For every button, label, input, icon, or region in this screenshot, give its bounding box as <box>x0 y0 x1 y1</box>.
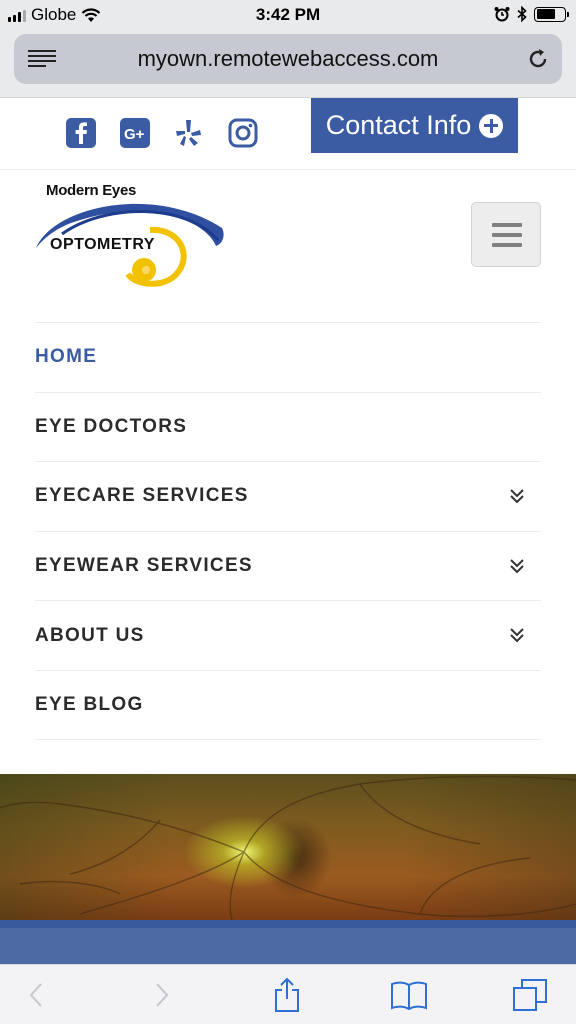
nav-item-label: ABOUT US <box>35 624 145 646</box>
double-chevron-down-icon[interactable] <box>509 627 525 643</box>
tabs-button[interactable] <box>510 977 550 1013</box>
logo-main-text: OPTOMETRY <box>50 236 155 253</box>
social-contact-row: G+ Contact Info <box>0 98 576 170</box>
hamburger-bar <box>492 223 522 227</box>
social-icons: G+ <box>66 118 258 148</box>
nav-item-eye-blog[interactable]: EYE BLOG <box>35 669 541 740</box>
nav-item-label: EYECARE SERVICES <box>35 485 249 507</box>
google-plus-icon[interactable]: G+ <box>120 118 150 148</box>
url-text[interactable]: myown.remotewebaccess.com <box>14 46 562 72</box>
browser-chrome: Globe 3:42 PM myown.remotewebaccess.com <box>0 0 576 98</box>
alarm-icon <box>494 7 510 22</box>
share-icon <box>275 977 299 1012</box>
status-time: 3:42 PM <box>255 5 321 24</box>
nav-item-about-us[interactable]: ABOUT US <box>35 600 541 670</box>
logo-top-text: Modern Eyes <box>46 182 137 199</box>
logo[interactable]: Modern Eyes OPTOMETRY <box>34 178 230 290</box>
plus-circle-icon <box>479 113 504 138</box>
back-chevron-icon <box>29 983 42 1007</box>
blue-band <box>0 920 576 964</box>
nav-item-eye-doctors[interactable]: EYE DOCTORS <box>35 391 541 462</box>
nav-item-label: EYE BLOG <box>35 693 144 715</box>
battery-icon <box>534 6 569 22</box>
bookmarks-button[interactable] <box>389 977 429 1013</box>
book-icon <box>391 981 427 1010</box>
forward-button[interactable] <box>142 977 182 1013</box>
double-chevron-down-icon[interactable] <box>509 558 525 574</box>
share-button[interactable] <box>267 977 307 1013</box>
nav-item-label: HOME <box>35 346 98 368</box>
nav-item-label: EYE DOCTORS <box>35 415 188 437</box>
status-bar: Globe 3:42 PM <box>0 0 576 30</box>
hamburger-bar <box>492 243 522 247</box>
contact-info-button[interactable]: Contact Info <box>311 98 518 153</box>
nav-item-eyewear-services[interactable]: EYEWEAR SERVICES <box>35 530 541 601</box>
tabs-icon <box>513 979 547 1011</box>
browser-toolbar <box>0 964 576 1024</box>
reload-icon[interactable] <box>526 47 550 71</box>
back-button[interactable] <box>16 977 56 1013</box>
yelp-icon[interactable] <box>174 118 204 148</box>
hero-retina-image <box>0 774 576 920</box>
hamburger-bar <box>492 233 522 237</box>
facebook-icon[interactable] <box>66 118 96 148</box>
svg-text:G+: G+ <box>124 126 145 143</box>
nav-item-home[interactable]: HOME <box>35 322 541 392</box>
url-bar[interactable]: myown.remotewebaccess.com <box>14 34 562 84</box>
double-chevron-down-icon[interactable] <box>509 488 525 504</box>
status-right <box>494 6 569 22</box>
main-nav: HOME EYE DOCTORS EYECARE SERVICES EYEWEA… <box>35 322 541 740</box>
menu-toggle-button[interactable] <box>471 202 541 267</box>
retina-vessels <box>0 775 576 920</box>
nav-item-eyecare-services[interactable]: EYECARE SERVICES <box>35 461 541 531</box>
reader-menu-icon[interactable] <box>28 50 56 68</box>
bluetooth-icon <box>517 6 527 22</box>
instagram-icon[interactable] <box>228 118 258 148</box>
nav-item-label: EYEWEAR SERVICES <box>35 555 253 577</box>
contact-info-label: Contact Info <box>325 110 472 140</box>
forward-chevron-icon <box>156 983 169 1007</box>
